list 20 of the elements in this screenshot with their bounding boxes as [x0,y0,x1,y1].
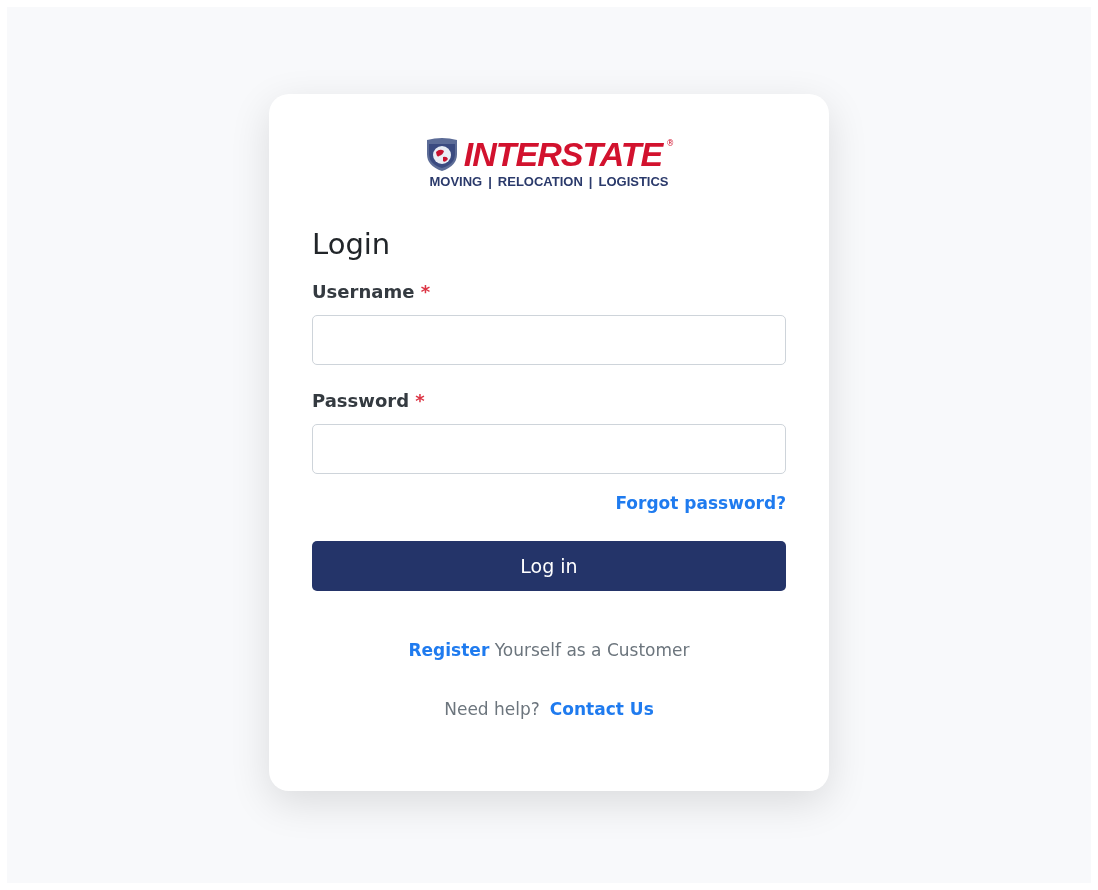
tagline-text: RELOCATION [497,175,583,188]
tagline-text: MOVING [429,175,483,188]
field-label: Username [312,281,415,303]
registered-mark: ® [666,138,675,150]
login-heading: Login [312,226,392,263]
register-text: Register Yourself as a Customer [407,638,691,662]
required-mark: * [420,281,431,303]
login-button[interactable]: Log in [312,540,786,591]
separator-text: | [488,175,492,188]
register-link[interactable]: Register [408,639,490,660]
contact-us-link[interactable]: Contact Us [549,697,654,723]
input-field[interactable] [312,424,786,475]
help-text: Need help? [444,698,540,722]
brand-name: INTERSTATE [463,137,663,171]
required-mark: * [415,390,425,412]
separator-text: | [588,175,593,188]
forgot-password-link[interactable]: Forgot password? [615,491,786,517]
field-label: Password [312,390,410,412]
input-field[interactable] [312,315,786,366]
tagline-text: LOGISTICS [598,175,669,188]
